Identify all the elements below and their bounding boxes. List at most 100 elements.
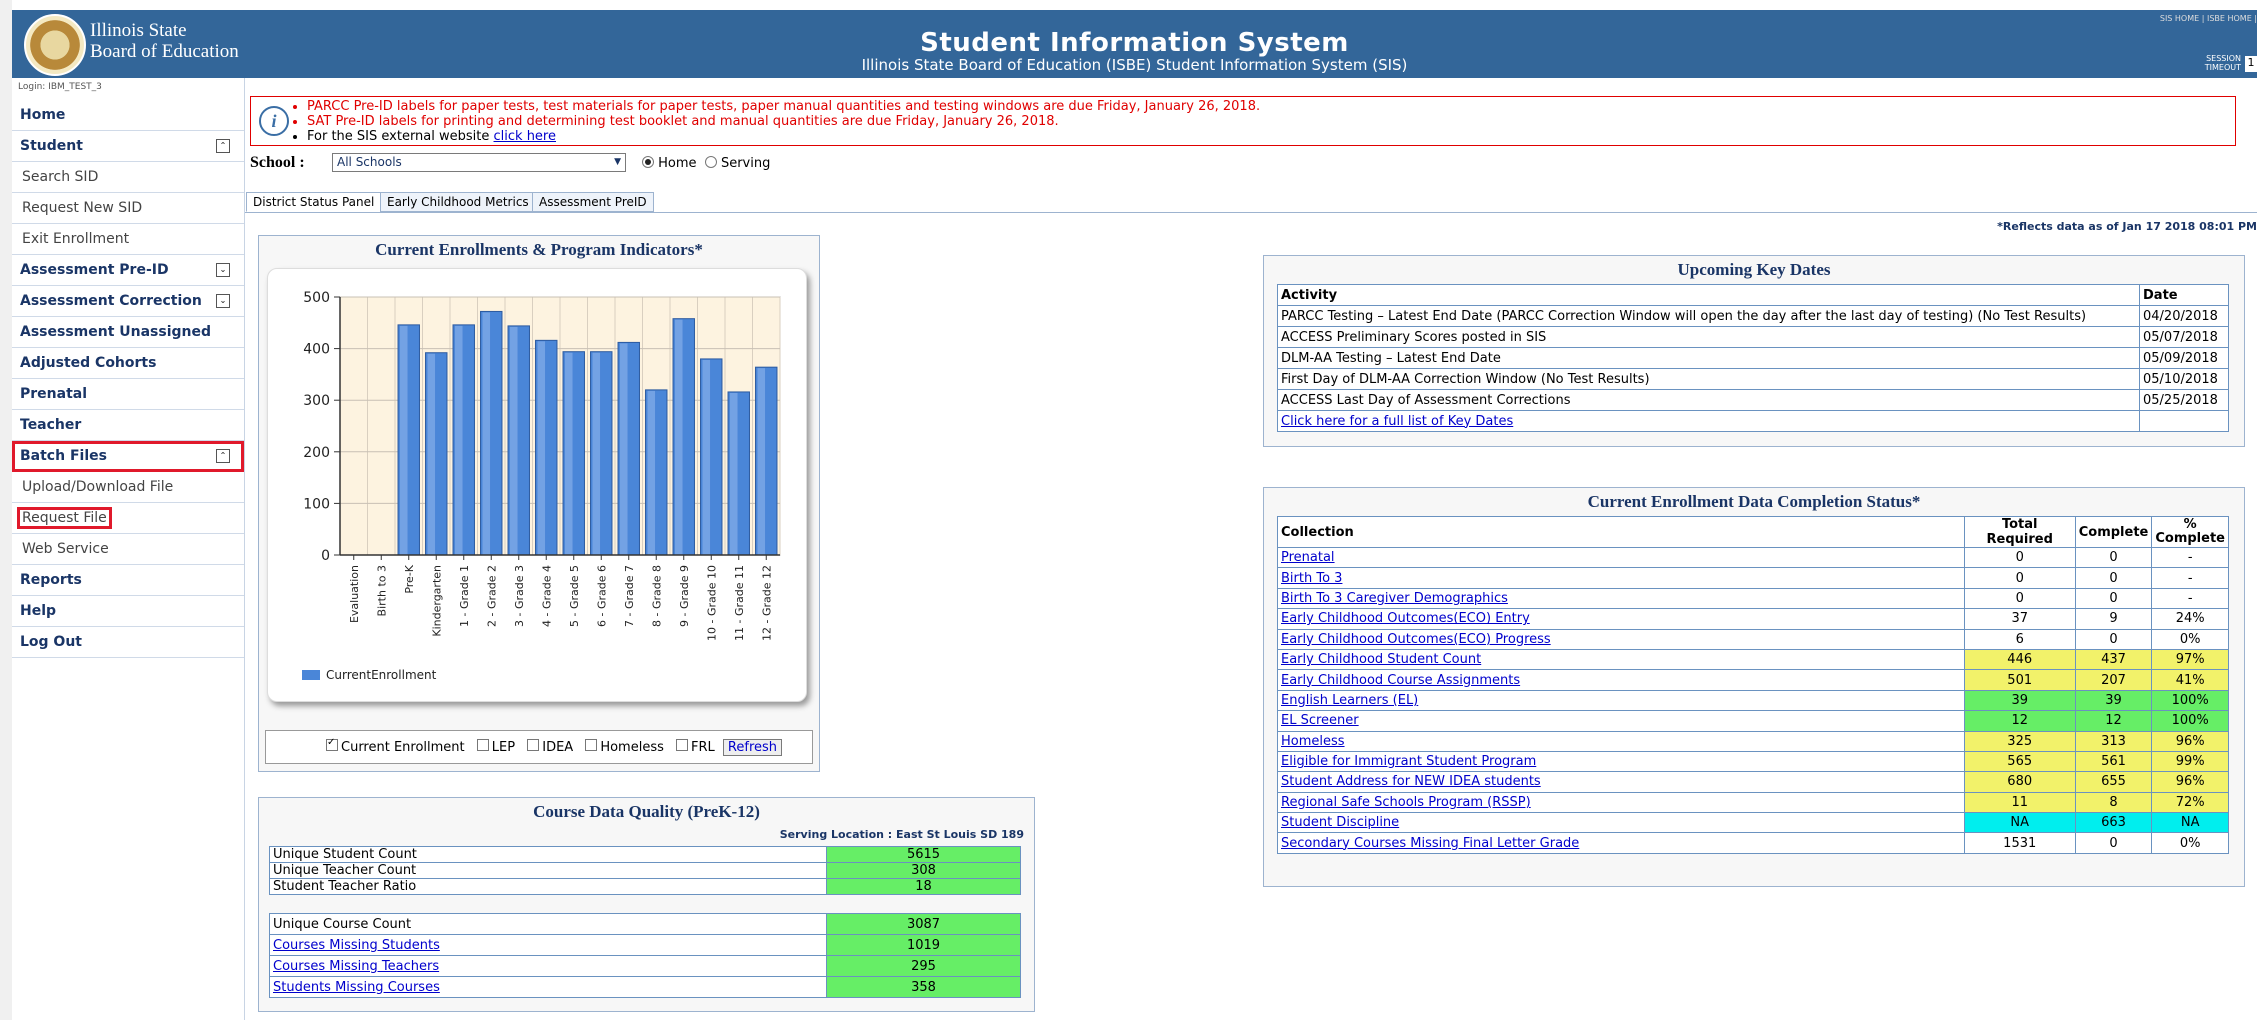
sidebar-item-upload-download-file[interactable]: Upload/Download File (12, 472, 244, 503)
collection-link[interactable]: Birth To 3 Caregiver Demographics (1281, 591, 1508, 606)
tab-assessment-preid[interactable]: Assessment PreID (532, 192, 654, 212)
legend-label: CurrentEnrollment (326, 668, 437, 682)
sidebar-item-log-out[interactable]: Log Out (12, 627, 244, 658)
collection-link[interactable]: Regional Safe Schools Program (RSSP) (1281, 795, 1531, 810)
chart-controls: Current Enrollment LEP IDEA Homeless FRL… (265, 730, 813, 764)
expand-icon[interactable]: ⌄ (216, 294, 230, 308)
collapse-icon[interactable]: ⌃ (216, 449, 230, 463)
y-tick-label: 400 (303, 342, 330, 358)
x-tick-label: 3 - Grade 3 (513, 565, 526, 627)
lep-checkbox[interactable] (476, 739, 489, 751)
table-row: Birth To 300- (1277, 567, 2229, 589)
total-cell: 0 (1963, 567, 2076, 589)
collection-link[interactable]: Prenatal (1281, 550, 1335, 565)
serving-radio[interactable] (704, 156, 717, 168)
school-select-value: All Schools (337, 155, 402, 169)
collection-link[interactable]: Early Childhood Outcomes(ECO) Progress (1281, 632, 1551, 647)
table-row: ACCESS Last Day of Assessment Correction… (1277, 389, 2229, 411)
sidebar-item-label: Request File (17, 507, 112, 529)
collection-cell: Eligible for Immigrant Student Program (1277, 750, 1965, 773)
sidebar-item-assessment-unassigned[interactable]: Assessment Unassigned (12, 317, 244, 348)
full-key-dates-link[interactable]: Click here for a full list of Key Dates (1281, 414, 1513, 429)
sidebar-item-search-sid[interactable]: Search SID (12, 162, 244, 193)
sidebar-item-exit-enrollment[interactable]: Exit Enrollment (12, 224, 244, 255)
empty-cell (2139, 410, 2229, 432)
table-row: DLM-AA Testing – Latest End Date 05/09/20… (1277, 347, 2229, 369)
complete-cell: 313 (2074, 730, 2153, 752)
top-links[interactable]: SIS HOME | ISBE HOME | (2160, 14, 2257, 23)
idea-checkbox[interactable] (527, 739, 540, 751)
sidebar-item-batch-files[interactable]: Batch Files ⌃ (12, 441, 244, 472)
x-tick-label: 11 - Grade 11 (733, 565, 746, 641)
expand-icon[interactable]: ⌄ (216, 263, 230, 277)
collapse-icon[interactable]: ⌃ (216, 139, 230, 153)
table-row: Unique Course Count 3087 (269, 913, 1021, 935)
frl-checkbox[interactable] (676, 739, 689, 751)
tab-early-childhood-metrics[interactable]: Early Childhood Metrics (380, 192, 536, 212)
key-dates-title: Upcoming Key Dates (1677, 260, 1831, 279)
table-row: Prenatal 0 0- (1277, 546, 2229, 569)
pct-cell: - (2151, 567, 2229, 589)
sidebar-item-assessment-correction[interactable]: Assessment Correction ⌄ (12, 286, 244, 317)
sidebar-item-prenatal[interactable]: Prenatal (12, 379, 244, 410)
courses-missing-teachers-link[interactable]: Courses Missing Teachers (273, 959, 439, 974)
collection-link[interactable]: Eligible for Immigrant Student Program (1281, 754, 1536, 769)
sidebar-item-help[interactable]: Help (12, 596, 244, 627)
bar-highlight (510, 326, 518, 555)
collection-link[interactable]: English Learners (EL) (1281, 693, 1418, 708)
complete-cell: 0 (2074, 546, 2153, 569)
collection-link[interactable]: Homeless (1281, 734, 1345, 749)
collection-link[interactable]: Student Discipline (1281, 815, 1399, 830)
sidebar-item-adjusted-cohorts[interactable]: Adjusted Cohorts (12, 348, 244, 379)
home-radio[interactable] (642, 156, 654, 168)
collection-link[interactable]: Early Childhood Student Count (1281, 652, 1481, 667)
bar-highlight (482, 312, 491, 555)
col-total-required: Total Required (1963, 516, 2076, 548)
pct-cell: 24% (2151, 608, 2229, 630)
announcement-box: i PARCC Pre-ID labels for paper tests, t… (250, 96, 2236, 146)
students-missing-courses-link[interactable]: Students Missing Courses (273, 980, 440, 995)
school-select[interactable]: All Schools ▼ (332, 153, 626, 172)
col-complete: Complete (2074, 516, 2153, 548)
collection-link[interactable]: Early Childhood Outcomes(ECO) Entry (1281, 611, 1530, 626)
sidebar-item-assessment-preid[interactable]: Assessment Pre-ID ⌄ (12, 255, 244, 286)
courses-missing-students-link[interactable]: Courses Missing Students (273, 938, 440, 953)
sidebar-item-teacher[interactable]: Teacher (12, 410, 244, 441)
bar-highlight (647, 390, 656, 555)
col-activity: Activity (1277, 284, 2140, 306)
total-cell: 565 (1963, 750, 2076, 773)
table-row: Early Childhood Outcomes(ECO) Entry 37 9 24… (1277, 608, 2229, 630)
sidebar-item-request-file[interactable]: Request File (12, 503, 244, 534)
sidebar-item-reports[interactable]: Reports (12, 565, 244, 596)
current-enrollment-checkbox[interactable] (326, 737, 338, 751)
external-website-link[interactable]: click here (494, 129, 556, 144)
enrollment-chart-panel: Current Enrollments & Program Indicators… (258, 235, 820, 772)
sidebar-item-student[interactable]: Student ⌃ (12, 131, 244, 162)
date-cell: 04/20/2018 (2139, 305, 2229, 327)
pct-cell: 100% (2151, 689, 2229, 712)
header-banner: Illinois State Board of Education Studen… (12, 10, 2257, 78)
pct-cell: 96% (2151, 730, 2229, 752)
collection-link[interactable]: Secondary Courses Missing Final Letter G… (1281, 836, 1579, 851)
metric-value: 358 (826, 976, 1021, 998)
collection-cell: Early Childhood Outcomes(ECO) Progress (1277, 628, 1965, 650)
sidebar-item-home[interactable]: Home (12, 100, 244, 131)
col-pct-complete: % Complete (2151, 516, 2229, 548)
homeless-checkbox[interactable] (585, 739, 598, 751)
metric-label: Unique Teacher Count (269, 862, 827, 879)
tab-district-status-panel[interactable]: District Status Panel (246, 192, 382, 212)
activity-cell: ACCESS Preliminary Scores posted in SIS (1277, 326, 2140, 348)
complete-cell: 207 (2074, 669, 2153, 691)
key-dates-panel: Upcoming Key Dates Activity Date PARCC T… (1263, 255, 2245, 447)
collection-link[interactable]: Student Address for NEW IDEA students (1281, 774, 1541, 789)
collection-cell: Early Childhood Student Count (1277, 648, 1965, 671)
collection-link[interactable]: Early Childhood Course Assignments (1281, 673, 1520, 688)
refresh-button[interactable]: Refresh (722, 739, 783, 756)
collection-link[interactable]: Birth To 3 (1281, 571, 1342, 586)
school-label: School : (250, 154, 305, 171)
collection-link[interactable]: EL Screener (1281, 713, 1359, 728)
x-tick-label: 12 - Grade 12 (760, 565, 773, 641)
sidebar-item-web-service[interactable]: Web Service (12, 534, 244, 565)
sidebar-item-request-new-sid[interactable]: Request New SID (12, 193, 244, 224)
pct-cell: 0% (2151, 832, 2229, 854)
